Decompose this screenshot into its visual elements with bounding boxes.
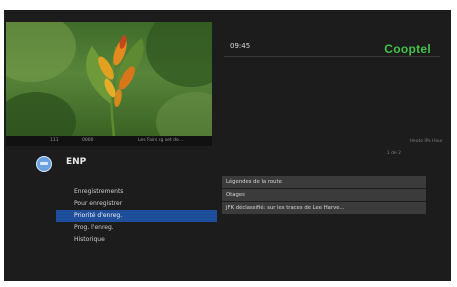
recordings-list: Légendes de la route Otages JFK déclassi… <box>222 176 426 215</box>
tv-screen: 111 0000 Les Fairs rg set de... 09:45 Co… <box>4 10 451 281</box>
section-title: ENP <box>66 157 87 167</box>
clock: 09:45 <box>230 42 251 50</box>
circle-record-icon <box>36 156 52 172</box>
page-indicator: 1 de 2 <box>386 151 401 156</box>
header-divider <box>224 56 440 57</box>
preview-info-bar: 111 0000 Les Fairs rg set de... <box>6 136 212 146</box>
channel-number: 111 <box>50 138 59 143</box>
brand-logo: Cooptel <box>384 42 431 56</box>
program-time: 0000 <box>82 138 94 143</box>
live-video-preview <box>6 22 212 136</box>
sub-info-text: Heute IPs Hour <box>409 139 443 144</box>
program-name: Les Fairs rg set de... <box>138 138 184 143</box>
menu-item-historique[interactable]: Historique <box>56 234 217 246</box>
menu-item-priorite[interactable]: Priorité d'enreg. <box>56 210 217 222</box>
recording-item[interactable]: Otages <box>222 189 426 201</box>
menu-item-pour-enregistrer[interactable]: Pour enregistrer <box>56 198 217 210</box>
menu-item-enregistrements[interactable]: Enregistrements <box>56 186 217 198</box>
menu-item-prog-enreg[interactable]: Prog. l'enreg. <box>56 222 217 234</box>
recording-item[interactable]: Légendes de la route <box>222 176 426 188</box>
recording-item[interactable]: JFK déclassifié: sur les traces de Lee H… <box>222 202 426 214</box>
side-menu: Enregistrements Pour enregistrer Priorit… <box>56 186 217 246</box>
